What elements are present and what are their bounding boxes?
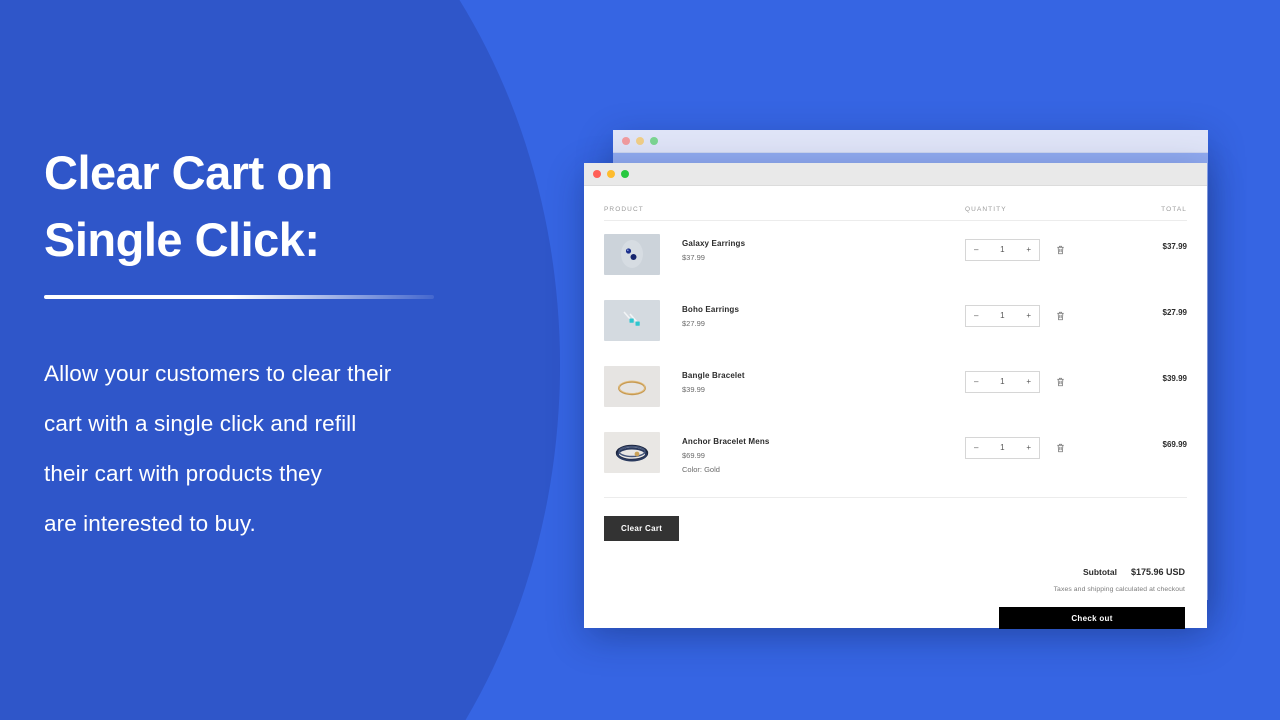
cart-rows: Galaxy Earrings $37.99 – 1 + $37.99 Boho Earri… bbox=[604, 221, 1187, 489]
product-price: $27.99 bbox=[682, 319, 705, 328]
quantity-stepper[interactable]: – 1 + bbox=[965, 239, 1040, 261]
subtotal-label: Subtotal bbox=[1082, 567, 1117, 577]
quantity-increase-button[interactable]: + bbox=[1026, 444, 1031, 452]
quantity-value[interactable]: 1 bbox=[1000, 246, 1004, 254]
cart-window: PRODUCT QUANTITY TOTAL Galaxy Earrings $3… bbox=[584, 163, 1207, 629]
bangle-bracelet-thumb bbox=[604, 366, 660, 407]
trash-icon[interactable] bbox=[1055, 442, 1066, 454]
slide-canvas: Clear Cart on Single Click: Allow your c… bbox=[0, 0, 1280, 720]
row-total: $39.99 bbox=[1162, 374, 1187, 383]
subtotal-value: $175.96 USD bbox=[1130, 567, 1185, 577]
quantity-increase-button[interactable]: + bbox=[1026, 246, 1031, 254]
product-info: Galaxy Earrings $37.99 bbox=[660, 234, 965, 265]
table-row: Boho Earrings $27.99 – 1 + $27.99 bbox=[604, 287, 1187, 353]
trash-icon[interactable] bbox=[1055, 310, 1066, 322]
column-header-product: PRODUCT bbox=[604, 206, 644, 213]
quantity-decrease-button[interactable]: – bbox=[974, 444, 978, 452]
clear-cart-button[interactable]: Clear Cart bbox=[604, 516, 680, 541]
product-name[interactable]: Anchor Bracelet Mens bbox=[682, 435, 965, 448]
cart-separator bbox=[604, 497, 1187, 498]
checkout-button[interactable]: Check out bbox=[999, 607, 1185, 629]
cart-header-row: PRODUCT QUANTITY TOTAL bbox=[604, 186, 1187, 221]
row-total: $27.99 bbox=[1162, 308, 1187, 317]
product-info: Anchor Bracelet Mens $69.99 Color: Gold bbox=[660, 432, 965, 477]
quantity-decrease-button[interactable]: – bbox=[974, 378, 978, 386]
title-divider bbox=[44, 295, 434, 300]
cart-totals: Subtotal $175.96 USD Taxes and shipping … bbox=[604, 567, 1187, 629]
product-thumbnail[interactable] bbox=[604, 366, 660, 407]
product-variant: Color: Gold bbox=[682, 465, 720, 474]
close-dot-icon[interactable] bbox=[593, 170, 601, 178]
product-thumbnail[interactable] bbox=[604, 300, 660, 341]
column-header-quantity: QUANTITY bbox=[965, 206, 1007, 213]
quantity-increase-button[interactable]: + bbox=[1026, 378, 1031, 386]
subtotal-row: Subtotal $175.96 USD bbox=[604, 567, 1185, 577]
product-thumbnail[interactable] bbox=[604, 432, 660, 473]
window-titlebar[interactable] bbox=[584, 163, 1207, 186]
background-window-titlebar bbox=[613, 130, 1208, 153]
anchor-bracelet-thumb bbox=[604, 432, 660, 473]
product-price: $69.99 bbox=[682, 451, 705, 460]
quantity-stepper[interactable]: – 1 + bbox=[965, 437, 1040, 459]
product-price: $39.99 bbox=[682, 385, 705, 394]
maximize-dot-icon bbox=[650, 137, 658, 145]
close-dot-icon bbox=[622, 137, 630, 145]
table-row: Galaxy Earrings $37.99 – 1 + $37.99 bbox=[604, 221, 1187, 287]
product-price: $37.99 bbox=[682, 253, 705, 262]
quantity-value[interactable]: 1 bbox=[1000, 444, 1004, 452]
promo-description: Allow your customers to clear their cart… bbox=[44, 361, 392, 537]
quantity-controls: – 1 + bbox=[965, 234, 1115, 261]
product-thumbnail[interactable] bbox=[604, 234, 660, 275]
trash-icon[interactable] bbox=[1055, 244, 1066, 256]
row-total: $37.99 bbox=[1162, 242, 1187, 251]
quantity-controls: – 1 + bbox=[965, 432, 1115, 459]
product-name[interactable]: Boho Earrings bbox=[682, 303, 965, 316]
quantity-stepper[interactable]: – 1 + bbox=[965, 371, 1040, 393]
quantity-value[interactable]: 1 bbox=[1000, 378, 1004, 386]
minimize-dot-icon bbox=[636, 137, 644, 145]
product-name[interactable]: Bangle Bracelet bbox=[682, 369, 965, 382]
quantity-increase-button[interactable]: + bbox=[1026, 312, 1031, 320]
boho-earrings-thumb bbox=[604, 300, 660, 341]
galaxy-earrings-thumb bbox=[604, 234, 660, 275]
quantity-decrease-button[interactable]: – bbox=[974, 312, 978, 320]
trash-icon[interactable] bbox=[1055, 376, 1066, 388]
quantity-stepper[interactable]: – 1 + bbox=[965, 305, 1040, 327]
quantity-controls: – 1 + bbox=[965, 366, 1115, 393]
product-info: Bangle Bracelet $39.99 bbox=[660, 366, 965, 397]
promo-copy-block: Clear Cart on Single Click: Allow your c… bbox=[44, 140, 544, 549]
page-title: Clear Cart on Single Click: bbox=[44, 146, 333, 266]
tax-shipping-note: Taxes and shipping calculated at checkou… bbox=[1053, 586, 1185, 593]
minimize-dot-icon[interactable] bbox=[607, 170, 615, 178]
quantity-controls: – 1 + bbox=[965, 300, 1115, 327]
maximize-dot-icon[interactable] bbox=[621, 170, 629, 178]
product-info: Boho Earrings $27.99 bbox=[660, 300, 965, 331]
table-row: Bangle Bracelet $39.99 – 1 + $39.99 bbox=[604, 353, 1187, 419]
product-name[interactable]: Galaxy Earrings bbox=[682, 237, 965, 250]
window-body: PRODUCT QUANTITY TOTAL Galaxy Earrings $3… bbox=[584, 186, 1207, 629]
row-total: $69.99 bbox=[1162, 440, 1187, 449]
cart-table: PRODUCT QUANTITY TOTAL Galaxy Earrings $3… bbox=[584, 186, 1207, 629]
quantity-value[interactable]: 1 bbox=[1000, 312, 1004, 320]
column-header-total: TOTAL bbox=[1161, 206, 1187, 213]
table-row: Anchor Bracelet Mens $69.99 Color: Gold – 1 +… bbox=[604, 419, 1187, 489]
quantity-decrease-button[interactable]: – bbox=[974, 246, 978, 254]
